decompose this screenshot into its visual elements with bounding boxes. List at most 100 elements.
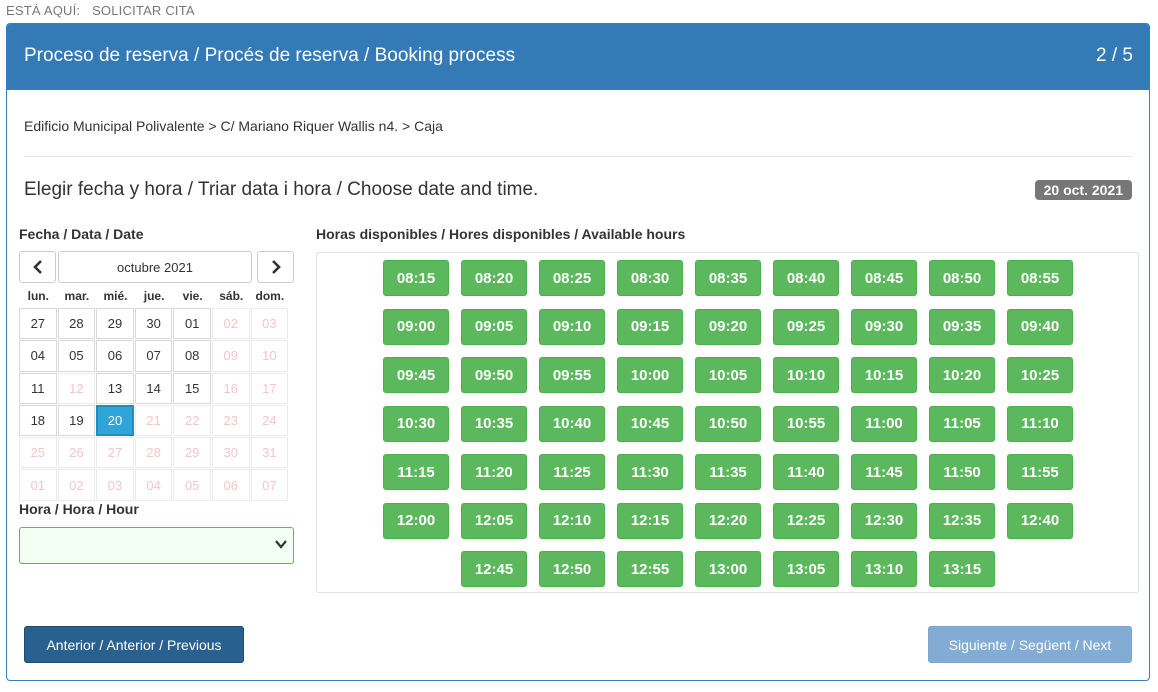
calendar-header: octubre 2021 bbox=[19, 251, 294, 284]
hour-slot-button[interactable]: 12:30 bbox=[851, 502, 917, 539]
hour-slot-button[interactable]: 09:45 bbox=[383, 357, 449, 393]
hour-slot-button[interactable]: 08:40 bbox=[773, 260, 839, 296]
hour-slot-button[interactable]: 08:25 bbox=[539, 260, 605, 296]
hour-slot-button[interactable]: 11:20 bbox=[461, 454, 527, 490]
hour-slot-button[interactable]: 11:25 bbox=[539, 454, 605, 490]
calendar-day: 03 bbox=[96, 469, 134, 501]
calendar-day: 23 bbox=[211, 404, 250, 437]
calendar-day[interactable]: 08 bbox=[173, 340, 211, 372]
calendar-day[interactable]: 07 bbox=[134, 340, 173, 372]
hour-slot-button[interactable]: 12:45 bbox=[461, 551, 527, 587]
hour-slot-button[interactable]: 10:35 bbox=[461, 405, 527, 442]
hour-slot-button[interactable]: 11:40 bbox=[773, 454, 839, 490]
available-hours-box: 08:15 08:20 08:25 08:30 08:35 08:40 08:45 08:50… bbox=[316, 252, 1139, 593]
hour-slot-button[interactable]: 11:55 bbox=[1007, 454, 1073, 490]
calendar-day[interactable]: 01 bbox=[173, 308, 211, 340]
calendar-day[interactable]: 18 bbox=[19, 404, 57, 437]
hour-slot-button[interactable]: 09:50 bbox=[461, 357, 527, 393]
calendar-day-selected[interactable]: 20 bbox=[96, 404, 134, 437]
hour-slot-button[interactable]: 11:35 bbox=[695, 454, 761, 490]
chevron-left-icon bbox=[32, 260, 42, 274]
hour-slot-button[interactable]: 08:30 bbox=[617, 260, 683, 296]
hour-slot-button[interactable]: 12:55 bbox=[617, 551, 683, 587]
hour-slot-button[interactable]: 13:10 bbox=[851, 551, 917, 587]
hour-slot-button[interactable]: 08:35 bbox=[695, 260, 761, 296]
hour-slot-button[interactable]: 10:50 bbox=[695, 405, 761, 442]
hour-slot-button[interactable]: 09:15 bbox=[617, 308, 683, 345]
prev-month-button[interactable] bbox=[19, 251, 56, 283]
calendar-day[interactable]: 05 bbox=[57, 340, 96, 372]
calendar-day[interactable]: 30 bbox=[134, 308, 173, 340]
calendar-day[interactable]: 11 bbox=[19, 372, 57, 404]
hour-slot-button[interactable]: 10:30 bbox=[383, 405, 449, 442]
hour-slot-button[interactable]: 08:15 bbox=[383, 260, 449, 296]
hour-slot-button[interactable]: 10:45 bbox=[617, 405, 683, 442]
location-path: Edificio Municipal Polivalente > C/ Mari… bbox=[24, 118, 443, 134]
hour-label: Hora / Hora / Hour bbox=[19, 501, 139, 517]
hour-slot-button[interactable]: 09:35 bbox=[929, 308, 995, 345]
panel-heading: Proceso de reserva / Procés de reserva /… bbox=[7, 24, 1149, 90]
hour-slot-button[interactable]: 08:45 bbox=[851, 260, 917, 296]
hour-slot-button[interactable]: 10:25 bbox=[1007, 357, 1073, 393]
hour-slot-button[interactable]: 10:20 bbox=[929, 357, 995, 393]
hour-slot-button[interactable]: 12:15 bbox=[617, 502, 683, 539]
calendar-day[interactable]: 28 bbox=[57, 308, 96, 340]
hour-slot-button[interactable]: 12:00 bbox=[383, 502, 449, 539]
hour-slot-button[interactable]: 12:05 bbox=[461, 502, 527, 539]
hour-slot-button[interactable]: 09:20 bbox=[695, 308, 761, 345]
hour-slot-button[interactable]: 12:10 bbox=[539, 502, 605, 539]
hour-slot-button[interactable]: 13:15 bbox=[929, 551, 995, 587]
hour-slot-button[interactable]: 10:10 bbox=[773, 357, 839, 393]
hour-slot-button[interactable]: 08:50 bbox=[929, 260, 995, 296]
calendar-day[interactable]: 19 bbox=[57, 404, 96, 437]
hour-slot-button[interactable]: 10:05 bbox=[695, 357, 761, 393]
hour-slot-button[interactable]: 11:50 bbox=[929, 454, 995, 490]
hour-slot-button[interactable]: 09:55 bbox=[539, 357, 605, 393]
next-button[interactable]: Siguiente / Següent / Next bbox=[928, 626, 1132, 663]
hour-slot-button[interactable]: 08:20 bbox=[461, 260, 527, 296]
hour-slot-button[interactable]: 13:05 bbox=[773, 551, 839, 587]
divider bbox=[24, 156, 1132, 157]
calendar-day[interactable]: 13 bbox=[96, 372, 134, 404]
chevron-down-icon bbox=[275, 537, 287, 553]
calendar-day: 12 bbox=[57, 372, 96, 404]
hour-slot-button[interactable]: 12:25 bbox=[773, 502, 839, 539]
calendar-day: 27 bbox=[96, 437, 134, 469]
calendar-day[interactable]: 14 bbox=[134, 372, 173, 404]
hour-slot-button[interactable]: 10:00 bbox=[617, 357, 683, 393]
hour-slot-button[interactable]: 11:15 bbox=[383, 454, 449, 490]
hour-slot-button[interactable]: 11:00 bbox=[851, 405, 917, 442]
hour-slot-button[interactable]: 09:10 bbox=[539, 308, 605, 345]
calendar-day: 24 bbox=[250, 404, 289, 437]
hour-slot-button[interactable]: 12:35 bbox=[929, 502, 995, 539]
hour-slot-button[interactable]: 11:10 bbox=[1007, 405, 1073, 442]
month-title[interactable]: octubre 2021 bbox=[58, 251, 252, 283]
hour-slot-button[interactable]: 09:00 bbox=[383, 308, 449, 345]
weekday-label: lun. bbox=[27, 289, 49, 303]
hour-slot-button[interactable]: 09:30 bbox=[851, 308, 917, 345]
calendar-day[interactable]: 04 bbox=[19, 340, 57, 372]
hour-slot-button[interactable]: 09:25 bbox=[773, 308, 839, 345]
calendar-day[interactable]: 27 bbox=[19, 308, 57, 340]
hour-slot-button[interactable]: 09:05 bbox=[461, 308, 527, 345]
hour-slot-button[interactable]: 13:00 bbox=[695, 551, 761, 587]
calendar-day[interactable]: 15 bbox=[173, 372, 211, 404]
hour-select[interactable] bbox=[19, 527, 294, 564]
hour-slot-button[interactable]: 10:15 bbox=[851, 357, 917, 393]
section-title: Elegir fecha y hora / Triar data i hora … bbox=[24, 179, 539, 200]
hour-slot-button[interactable]: 10:40 bbox=[539, 405, 605, 442]
hour-slot-button[interactable]: 12:40 bbox=[1007, 502, 1073, 539]
hour-slot-button[interactable]: 12:50 bbox=[539, 551, 605, 587]
hour-slot-button[interactable]: 12:20 bbox=[695, 502, 761, 539]
hour-slot-button[interactable]: 11:45 bbox=[851, 454, 917, 490]
hour-slot-button[interactable]: 08:55 bbox=[1007, 260, 1073, 296]
hour-slot-button[interactable]: 11:30 bbox=[617, 454, 683, 490]
previous-button[interactable]: Anterior / Anterior / Previous bbox=[24, 626, 244, 663]
hour-slot-button[interactable]: 10:55 bbox=[773, 405, 839, 442]
hour-slot-button[interactable]: 11:05 bbox=[929, 405, 995, 442]
calendar-day[interactable]: 06 bbox=[96, 340, 134, 372]
hour-slot-button[interactable]: 09:40 bbox=[1007, 308, 1073, 345]
next-month-button[interactable] bbox=[257, 251, 294, 283]
calendar-day[interactable]: 29 bbox=[96, 308, 134, 340]
booking-panel: Proceso de reserva / Procés de reserva /… bbox=[6, 23, 1150, 681]
